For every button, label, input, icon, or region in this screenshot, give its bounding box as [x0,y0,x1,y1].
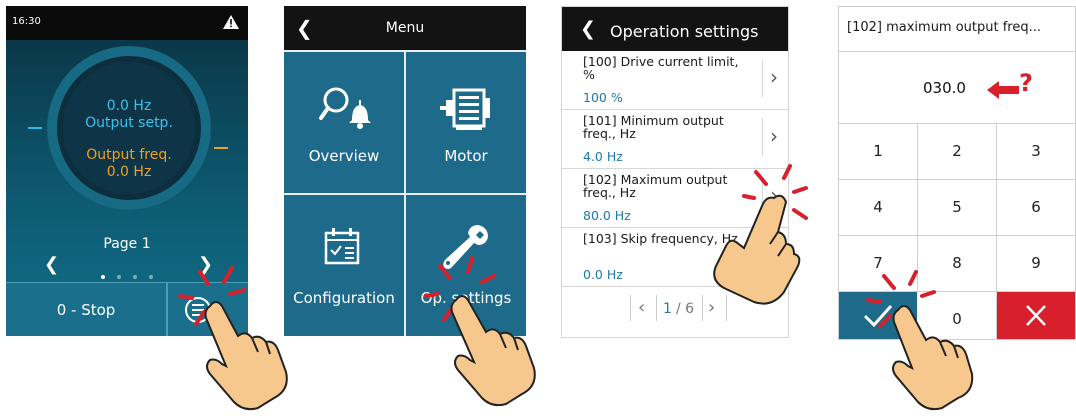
page-dot [101,275,105,279]
current-page: 1 [663,301,672,317]
chevron-right-icon[interactable]: › [770,124,778,148]
tile-overview-label: Overview [308,147,380,165]
tile-overview[interactable]: Overview [284,52,404,193]
page-label: Page 1 [103,236,151,252]
setting-value: 0.0 Hz [583,267,623,282]
back-icon[interactable]: ❮ [580,18,596,40]
entry-value[interactable]: 030.0 [923,79,966,97]
key-2[interactable]: 2 [918,124,997,180]
menu-header: ❮ Menu [284,6,526,50]
entry-title: [102] maximum output freq... [847,20,1042,35]
motor-icon [440,88,490,130]
stop-button[interactable]: 0 - Stop [6,282,168,336]
setpoint-label: Output setp. [85,115,173,131]
setpoint-tick [28,127,42,129]
key-9[interactable]: 9 [997,236,1075,292]
setting-name: [101] Minimum output freq., Hz [583,113,724,141]
key-6[interactable]: 6 [997,180,1075,236]
setting-value: 4.0 Hz [583,149,623,164]
setting-row-100[interactable]: [100] Drive current limit, % 100 % › [562,51,788,110]
stop-button-label: 0 - Stop [56,301,116,319]
tile-motor[interactable]: Motor [406,52,526,193]
key-1[interactable]: 1 [839,124,918,180]
cancel-button[interactable] [997,292,1075,339]
output-value: 0.0 Hz [106,164,152,180]
calendar-check-icon [324,228,360,265]
arrow-left-icon [987,81,1019,99]
page-indicator [101,264,165,283]
settings-title: Operation settings [610,22,759,41]
tap-hand-icon [866,270,974,411]
setpoint-value: 0.0 Hz [106,98,152,114]
output-tick [214,147,228,149]
menu-title: Menu [385,20,425,36]
chevron-right-icon[interactable]: › [770,65,778,89]
setting-value: 80.0 Hz [583,208,631,223]
entry-header: [102] maximum output freq... [839,7,1075,52]
key-4[interactable]: 4 [839,180,918,236]
page-dot [117,275,121,279]
setting-name: [100] Drive current limit, % [583,54,739,82]
tile-configuration[interactable]: Configuration [284,195,404,336]
tile-configuration-label: Configuration [293,289,395,307]
clock: 16:30 [12,16,41,27]
page-dot [133,275,137,279]
page-dot [149,275,153,279]
status-bar: 16:30 [6,6,248,40]
setting-value: 100 % [583,90,623,105]
tap-hand-icon [178,266,288,411]
settings-header: ❮ Operation settings [562,7,788,51]
question-mark: ? [1019,69,1033,97]
value-display: 030.0 ? [839,51,1075,124]
prev-page-icon[interactable]: ‹ [638,297,645,318]
warning-triangle-icon[interactable] [222,14,240,30]
tap-hand-icon [424,256,536,407]
prev-page-icon[interactable]: ❮ [44,254,59,275]
tap-hand-icon [713,164,808,305]
tile-motor-label: Motor [444,147,488,165]
close-icon [1026,305,1046,326]
key-3[interactable]: 3 [997,124,1075,180]
output-label: Output freq. [86,147,172,163]
search-bell-icon [319,87,371,129]
setting-row-101[interactable]: [101] Minimum output freq., Hz 4.0 Hz › [562,110,788,169]
key-5[interactable]: 5 [918,180,997,236]
